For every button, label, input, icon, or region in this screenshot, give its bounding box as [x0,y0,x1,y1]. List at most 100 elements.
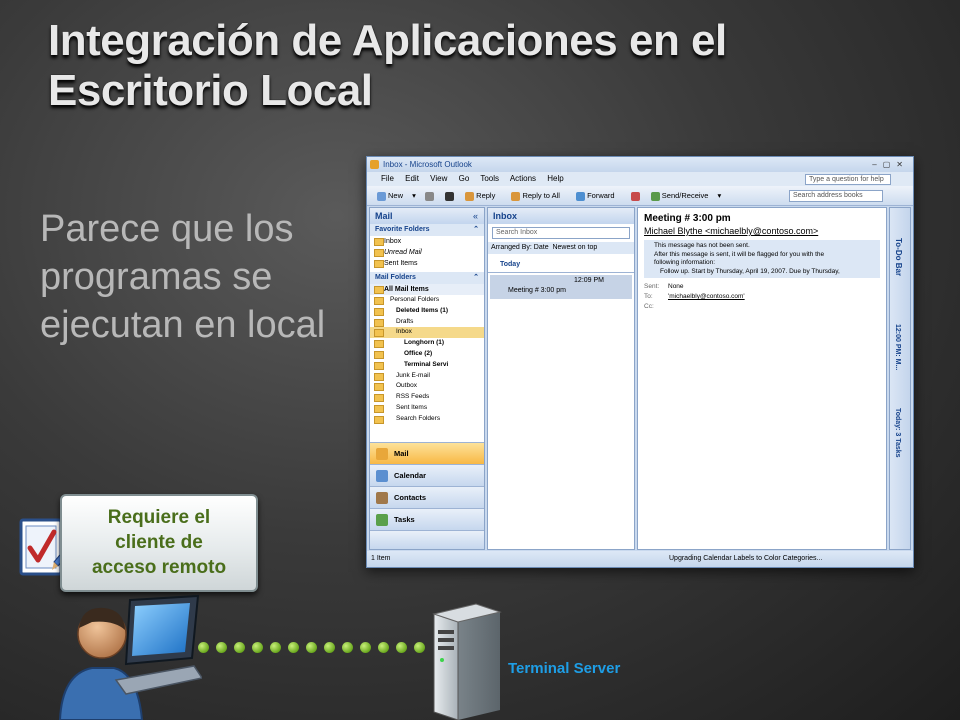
arranged-by-bar[interactable]: Arranged By: Date Newest on top [488,242,634,254]
search-inbox-input[interactable]: Search Inbox [492,227,630,239]
favorite-folders-header[interactable]: Favorite Folders ⌃ [370,224,484,236]
connection-dot [378,642,389,653]
callout-line-2: cliente de [115,532,203,553]
favorite-sent-items[interactable]: Sent Items [370,258,484,269]
categorize-icon [630,191,640,201]
callout-line-3: acceso remoto [91,557,227,578]
folder-outbox[interactable]: Outbox [370,381,484,392]
cc-row: Cc: [644,303,654,310]
todo-calendar-item[interactable]: 12:00 PM: M... [894,324,901,370]
message-item[interactable]: 12:09 PM Meeting # 3:00 pm [490,275,632,299]
status-message: Upgrading Calendar Labels to Color Categ… [669,555,823,562]
folder-junk-email[interactable]: Junk E-mail [370,371,484,382]
connection-dot [234,642,245,653]
nav-pane-header: Mail « [370,208,484,224]
reading-pane: Meeting # 3:00 pm Michael Blythe <michae… [637,207,887,550]
todo-bar-title: To-Do Bar [894,238,903,277]
chevron-up-icon: ⌃ [473,274,479,281]
menu-view[interactable]: View [430,174,447,183]
message-subject: Meeting # 3:00 pm [508,287,566,294]
menu-bar: File Edit View Go Tools Actions Help Typ… [367,172,913,186]
message-time: 12:09 PM [574,277,604,284]
print-button[interactable] [424,191,436,201]
nav-button-tasks[interactable]: Tasks [370,508,484,530]
standard-toolbar: New ▾ Reply Reply to All Forward Send/Re… [367,186,913,206]
connection-dot [414,642,425,653]
slide-title: Integración de Aplicaciones en el Escrit… [48,16,727,115]
menu-tools[interactable]: Tools [480,174,499,183]
connection-dot [306,642,317,653]
window-title: Inbox - Microsoft Outlook [383,160,472,169]
favorite-unread-mail[interactable]: Unread Mail [370,247,484,258]
menu-actions[interactable]: Actions [510,174,536,183]
email-sender[interactable]: Michael Blythe <michaelbly@contoso.com> [638,224,886,236]
contacts-icon [376,492,388,504]
todo-tasks-item[interactable]: Today: 3 Tasks [894,408,901,458]
forward-icon [576,191,586,201]
nav-button-calendar[interactable]: Calendar [370,464,484,486]
menu-file[interactable]: File [381,174,394,183]
folder-longhorn[interactable]: Longhorn (1) [370,338,484,349]
chevron-up-icon: ⌃ [473,226,479,233]
reply-all-button[interactable]: Reply to All [511,191,567,201]
forward-button[interactable]: Forward [576,191,622,201]
folder-search-folders[interactable]: Search Folders [370,414,484,425]
categorize-button[interactable] [630,191,642,201]
sent-row: Sent: None [644,283,684,290]
address-book-search[interactable]: Search address books [789,190,883,202]
send-receive-button[interactable]: Send/Receive ▾ [650,191,721,201]
terminal-server-label: Terminal Server [508,660,621,677]
outlook-titlebar[interactable]: Inbox - Microsoft Outlook –▢✕ [367,157,913,172]
group-header-today[interactable]: Today [488,258,634,273]
nav-shortcuts-bar[interactable] [370,530,484,549]
mail-folders-header[interactable]: Mail Folders ⌃ [370,272,484,284]
folder-office[interactable]: Office (2) [370,349,484,360]
connection-dot [198,642,209,653]
collapse-chevron-icon[interactable]: « [473,208,478,224]
window-controls[interactable]: –▢✕ [872,157,909,172]
connection-dot [324,642,335,653]
favorite-inbox[interactable]: Inbox [370,236,484,247]
delete-icon [445,191,455,201]
new-button[interactable]: New ▾ [377,191,416,201]
menu-edit[interactable]: Edit [405,174,419,183]
folder-sent-items[interactable]: Sent Items [370,403,484,414]
navigation-pane: Mail « Favorite Folders ⌃ Inbox Unread Mai… [369,207,485,550]
folder-personal-folders[interactable]: Personal Folders [370,295,484,306]
nav-button-mail[interactable]: Mail [370,442,484,464]
nav-button-contacts[interactable]: Contacts [370,486,484,508]
user-laptop-icon [58,594,202,720]
folder-inbox[interactable]: Inbox [370,327,484,339]
reply-icon [465,191,475,201]
connection-dots [196,640,430,656]
todo-bar[interactable]: To-Do Bar 12:00 PM: M... Today: 3 Tasks [889,207,911,550]
all-mail-items-dropdown[interactable]: All Mail Items [370,284,484,295]
new-mail-icon [377,191,386,201]
reply-button[interactable]: Reply [465,191,502,201]
status-item-count: 1 Item [371,555,391,562]
connection-dot [270,642,281,653]
server-icon [432,603,502,720]
outlook-window[interactable]: Inbox - Microsoft Outlook –▢✕ File Edit … [366,156,914,568]
mail-icon [376,448,388,460]
info-bar[interactable]: This message has not been sent. After th… [644,240,880,278]
status-bar: 1 Item Upgrading Calendar Labels to Colo… [367,551,913,567]
folder-drafts[interactable]: Drafts [370,317,484,328]
connection-dot [216,642,227,653]
folder-deleted-items[interactable]: Deleted Items (1) [370,306,484,317]
email-subject: Meeting # 3:00 pm [644,213,731,224]
slide-subtitle: Parece que los programas se ejecutan en … [40,208,326,346]
folder-rss-feeds[interactable]: RSS Feeds [370,392,484,403]
calendar-icon [376,470,388,482]
menu-help[interactable]: Help [547,174,563,183]
menu-go[interactable]: Go [459,174,470,183]
folder-terminal-services[interactable]: Terminal Servi [370,360,484,371]
connection-dot [252,642,263,653]
print-icon [424,191,434,201]
callout-line-1: Requiere el [107,507,211,528]
help-search-input[interactable]: Type a question for help [805,174,891,185]
delete-button[interactable] [445,191,456,201]
connection-dot [360,642,371,653]
inbox-header: Inbox [488,208,634,224]
callout-box: Requiere el cliente de acceso remoto [60,494,258,592]
